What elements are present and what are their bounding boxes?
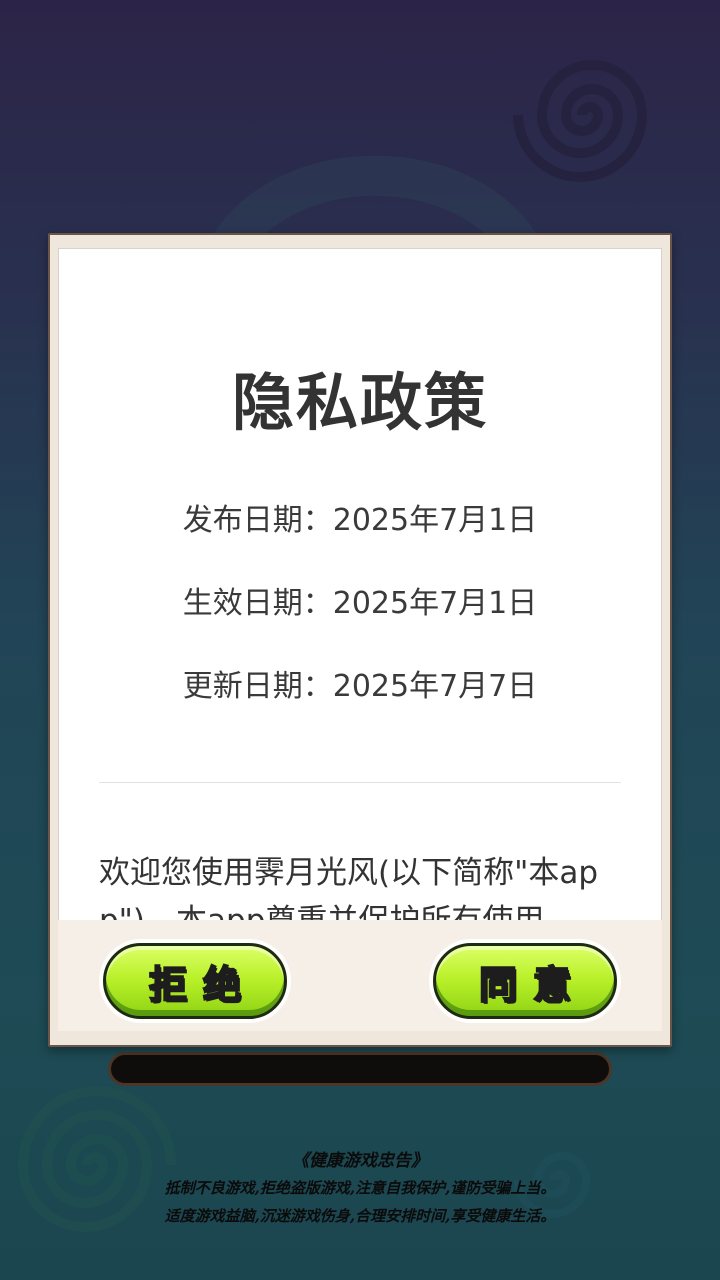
health-notice-line: 适度游戏益脑,沉迷游戏伤身,合理安排时间,享受健康生活。 [164,1207,556,1225]
divider [99,782,621,783]
reject-button[interactable]: 拒绝 [103,943,287,1019]
agree-button[interactable]: 同意 [433,943,617,1019]
effective-date: 生效日期：2025年7月1日 [59,584,661,624]
effective-date-label: 生效日期： [182,586,333,621]
privacy-policy-dialog: 隐私政策 发布日期：2025年7月1日 生效日期：2025年7月1日 更新日期：… [48,233,672,1047]
loading-bar [108,1052,612,1086]
publish-date-label: 发布日期： [182,503,333,538]
health-notice-title: 《健康游戏忠告》 [292,1151,428,1171]
effective-date-value: 2025年7月1日 [332,586,538,621]
publish-date: 发布日期：2025年7月1日 [59,501,661,541]
agree-button-label: 同意 [478,961,587,1008]
publish-date-value: 2025年7月1日 [332,503,538,538]
update-date: 更新日期：2025年7月7日 [59,667,661,707]
update-date-value: 2025年7月7日 [332,669,538,704]
reject-button-label: 拒绝 [148,961,257,1008]
dialog-title: 隐私政策 [231,366,488,439]
update-date-label: 更新日期： [182,669,333,704]
policy-content-panel[interactable]: 隐私政策 发布日期：2025年7月1日 生效日期：2025年7月1日 更新日期：… [58,248,662,1031]
health-notice-line: 抵制不良游戏,拒绝盗版游戏,注意自我保护,谨防受骗上当。 [164,1179,556,1197]
button-bar: 拒绝 同意 [58,920,662,1031]
health-game-notice: 《健康游戏忠告》 抵制不良游戏,拒绝盗版游戏,注意自我保护,谨防受骗上当。 适度… [0,1148,720,1230]
